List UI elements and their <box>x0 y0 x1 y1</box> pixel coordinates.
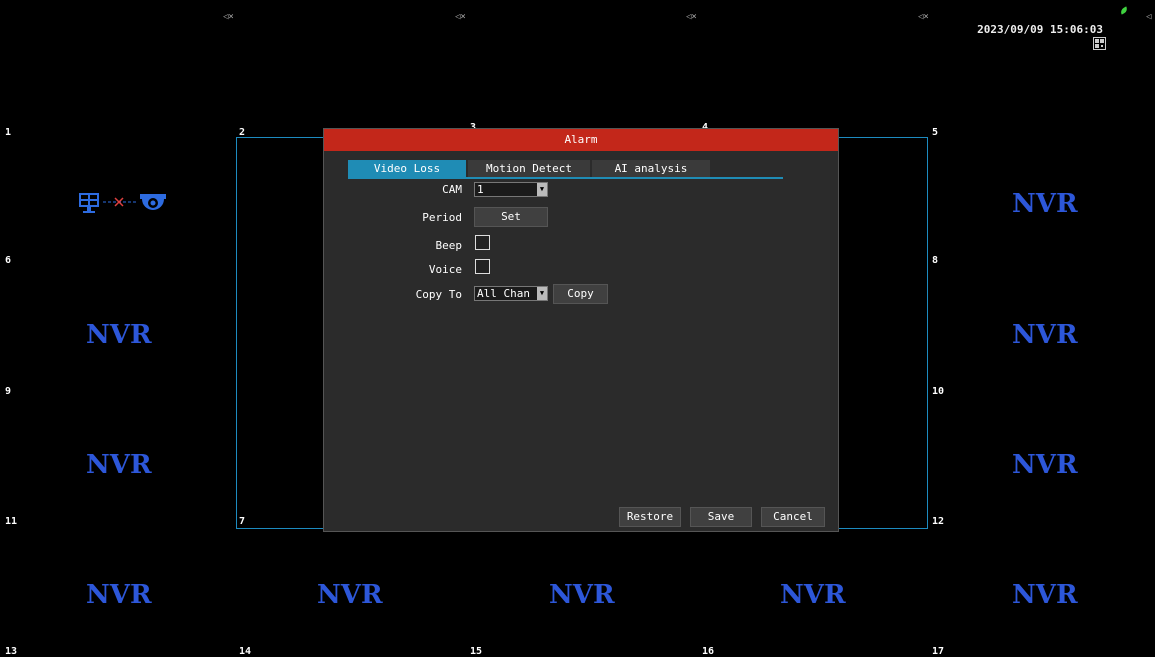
datetime-display: 2023/09/09 15:06:03 <box>977 23 1103 36</box>
cancel-button[interactable]: Cancel <box>761 507 825 527</box>
channel-number: 9 <box>5 386 12 397</box>
channel-number: 5 <box>932 127 939 138</box>
alarm-dialog: Alarm Video Loss Motion Detect AI analys… <box>323 128 839 532</box>
channel-watermark: NVR <box>86 450 152 480</box>
channel-watermark: NVR <box>1012 580 1078 610</box>
channel-number: 11 <box>5 516 18 527</box>
speaker-mute-icon: ◁× <box>223 12 234 22</box>
copy-to-select[interactable]: All Chan ▼ <box>474 286 548 301</box>
period-set-button[interactable]: Set <box>474 207 548 227</box>
channel-number: 12 <box>932 516 945 527</box>
dialog-title: Alarm <box>324 129 838 151</box>
channel-watermark: NVR <box>1012 450 1078 480</box>
disconnected-x-icon <box>114 197 124 207</box>
tab-video-loss[interactable]: Video Loss <box>348 160 466 177</box>
tab-motion-detect[interactable]: Motion Detect <box>468 160 590 177</box>
voice-checkbox[interactable] <box>475 259 490 274</box>
channel-watermark: NVR <box>86 320 152 350</box>
restore-button[interactable]: Restore <box>619 507 681 527</box>
channel-number: 8 <box>932 255 939 266</box>
beep-checkbox[interactable] <box>475 235 490 250</box>
channel-number: 2 <box>239 127 246 138</box>
copy-button[interactable]: Copy <box>553 284 608 304</box>
beep-label: Beep <box>435 239 463 252</box>
channel-watermark: NVR <box>1012 189 1078 219</box>
channel-number: 14 <box>239 646 252 657</box>
voice-label: Voice <box>428 263 462 276</box>
qr-code-icon[interactable] <box>1093 37 1106 50</box>
tab-ai-analysis[interactable]: AI analysis <box>592 160 710 177</box>
monitor-icon <box>79 193 99 213</box>
channel-number: 17 <box>932 646 945 657</box>
cam-label: CAM <box>442 183 462 196</box>
channel-number: 16 <box>702 646 715 657</box>
speaker-mute-icon: ◁× <box>686 12 697 22</box>
channel-watermark: NVR <box>549 580 615 610</box>
speaker-mute-icon: ◁× <box>455 12 466 22</box>
channel-disconnected-indicator <box>78 190 174 220</box>
copy-to-label: Copy To <box>415 288 462 301</box>
speaker-mute-icon: ◁ <box>1146 12 1152 22</box>
channel-number: 7 <box>239 516 246 527</box>
channel-number: 6 <box>5 255 12 266</box>
channel-watermark: NVR <box>86 580 152 610</box>
cam-select[interactable]: 1 ▼ <box>474 182 548 197</box>
camera-dome-icon <box>140 194 166 210</box>
channel-number: 10 <box>932 386 945 397</box>
channel-watermark: NVR <box>317 580 383 610</box>
channel-watermark: NVR <box>1012 320 1078 350</box>
channel-number: 13 <box>5 646 18 657</box>
dropdown-arrow-icon: ▼ <box>537 287 547 300</box>
speaker-mute-icon: ◁× <box>918 12 929 22</box>
period-label: Period <box>422 211 462 224</box>
leaf-icon <box>1119 6 1129 15</box>
channel-number: 15 <box>470 646 483 657</box>
channel-watermark: NVR <box>780 580 846 610</box>
copy-to-select-value: All Chan <box>477 287 530 300</box>
dropdown-arrow-icon: ▼ <box>537 183 547 196</box>
channel-number: 1 <box>5 127 12 138</box>
cam-select-value: 1 <box>477 183 484 196</box>
alarm-tabs: Video Loss Motion Detect AI analysis <box>348 160 783 179</box>
save-button[interactable]: Save <box>690 507 752 527</box>
